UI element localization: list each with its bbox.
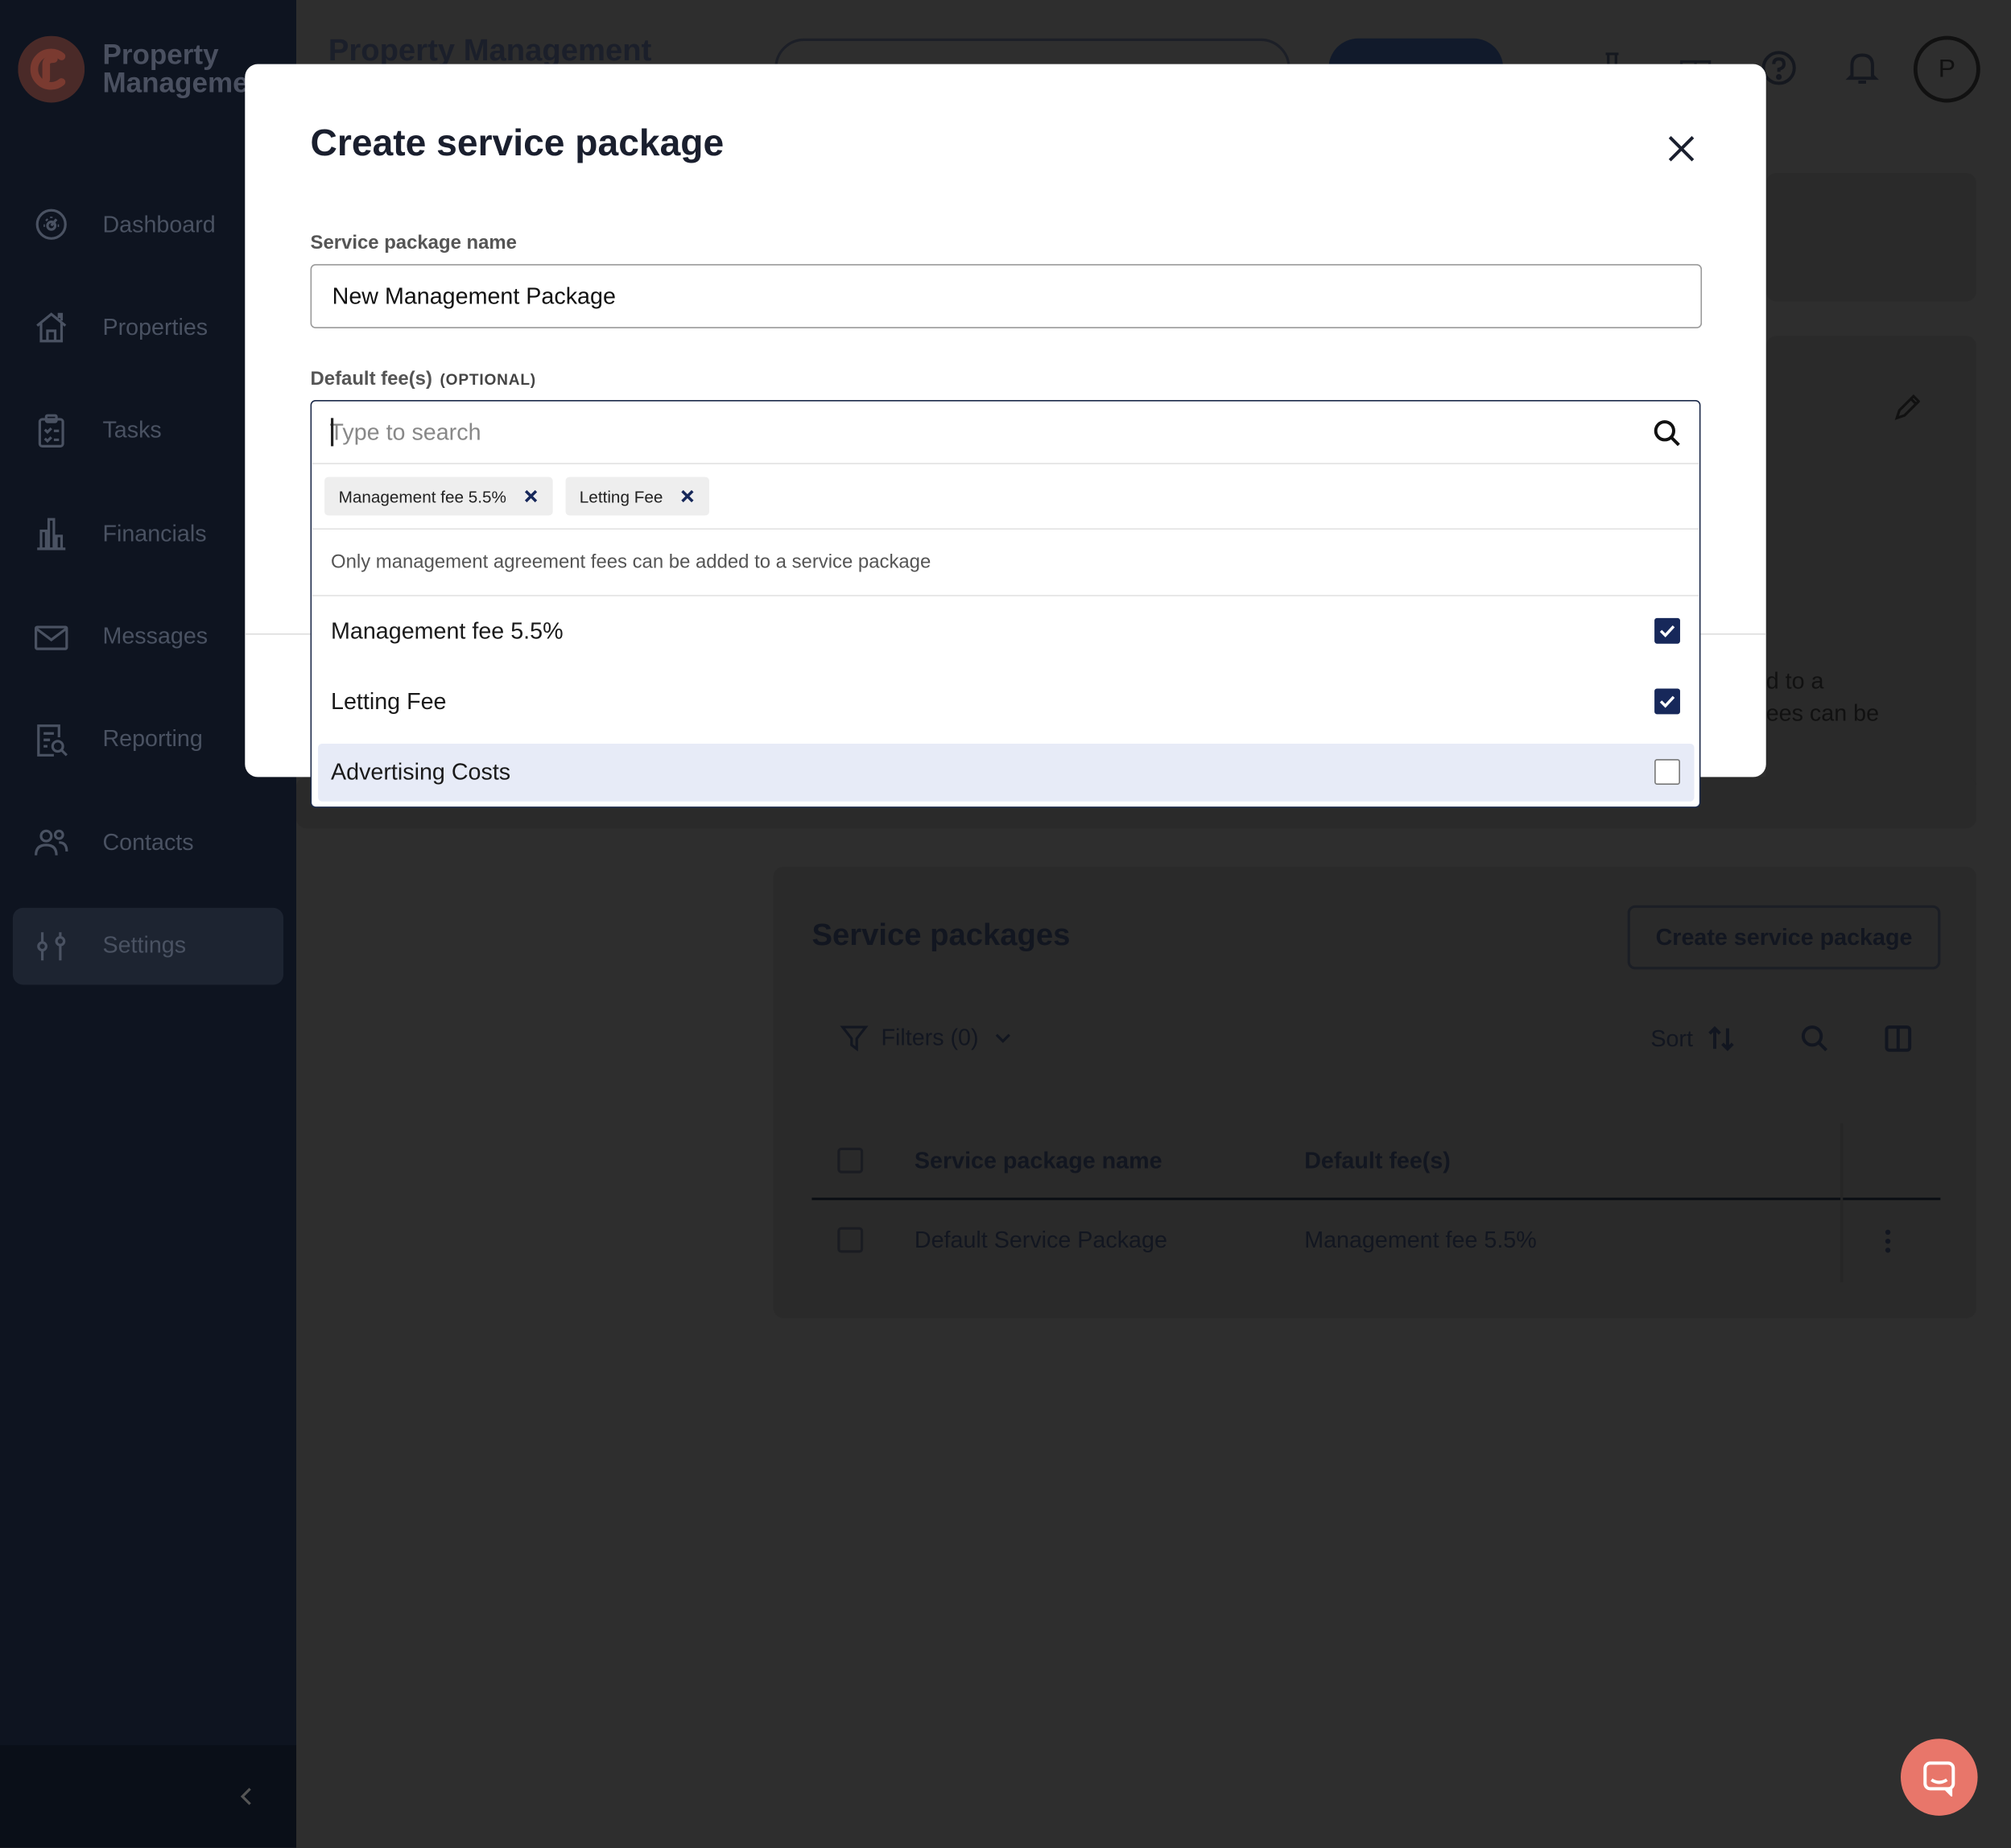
dashboard-icon xyxy=(35,208,67,240)
modal-title: Create service package xyxy=(310,122,725,164)
chip-label: Letting Fee xyxy=(579,486,663,506)
sidebar-item-label: Tasks xyxy=(102,417,162,443)
fee-option-management-fee[interactable]: Management fee 5.5% xyxy=(318,603,1694,661)
fees-multiselect-dropdown: Management fee 5.5% Letting Fee Only man… xyxy=(310,400,1701,808)
default-fees-label: Default fee(s) (OPTIONAL) xyxy=(311,368,536,390)
background-peek-text: ees can be xyxy=(1765,699,1880,726)
mail-icon xyxy=(35,625,68,650)
column-divider xyxy=(1840,1123,1844,1283)
fees-note: Only management agreement fees can be ad… xyxy=(312,530,1699,596)
sidebar-item-tasks[interactable]: Tasks xyxy=(13,392,283,469)
default-fees-label-text: Default fee(s) xyxy=(310,368,432,390)
home-icon xyxy=(36,312,67,343)
service-packages-card: Service packages Create service package … xyxy=(773,866,1976,1318)
background-peek-text: d to a xyxy=(1765,668,1824,694)
optional-tag: (OPTIONAL) xyxy=(440,370,536,389)
selected-chips: Management fee 5.5% Letting Fee xyxy=(312,464,1699,530)
sort-button[interactable]: Sort xyxy=(1650,1023,1736,1054)
sidebar-footer xyxy=(0,1745,297,1848)
sidebar-item-settings[interactable]: Settings xyxy=(12,907,284,985)
clipboard-icon xyxy=(38,414,64,448)
report-icon xyxy=(37,724,68,757)
brand-line-1: Property xyxy=(102,38,219,71)
fee-option-advertising-costs[interactable]: Advertising Costs xyxy=(318,744,1695,802)
sidebar-item-label: Messages xyxy=(102,623,209,650)
table-header: Service package name Default fee(s) xyxy=(811,1124,1941,1201)
fees-search-row xyxy=(312,402,1699,464)
sort-arrows-icon xyxy=(1708,1025,1734,1051)
table-row[interactable]: Default Service Package Management fee 5… xyxy=(811,1200,1940,1280)
background-card-peek: d to a ees can be xyxy=(1765,336,1976,826)
package-name-label: Service package name xyxy=(310,232,517,254)
filters-button[interactable]: Filters (0) xyxy=(840,1023,1014,1052)
checkbox-unchecked[interactable] xyxy=(1654,759,1680,785)
search-icon[interactable] xyxy=(1652,418,1683,448)
text-caret xyxy=(331,418,333,447)
column-header-fees[interactable]: Default fee(s) xyxy=(1304,1147,1451,1174)
chat-launcher-button[interactable] xyxy=(1900,1739,1978,1816)
close-icon[interactable] xyxy=(1663,130,1699,167)
sidebar-item-contacts[interactable]: Contacts xyxy=(13,804,283,881)
service-packages-table: Service package name Default fee(s) Defa… xyxy=(811,1123,1941,1283)
sidebar-item-label: Contacts xyxy=(102,829,194,856)
brand-line-2: Manageme xyxy=(102,66,249,99)
sidebar-item-reporting[interactable]: Reporting xyxy=(13,701,283,778)
sidebar-item-label: Reporting xyxy=(102,726,203,753)
selected-chip: Management fee 5.5% xyxy=(324,476,553,516)
brand[interactable]: Property Manageme xyxy=(18,35,249,103)
pencil-icon[interactable] xyxy=(1894,392,1920,420)
create-service-package-button[interactable]: Create service package xyxy=(1627,905,1941,970)
chat-icon xyxy=(1923,1761,1955,1796)
package-name-input[interactable] xyxy=(310,264,1703,328)
sidebar-item-label: Financials xyxy=(102,520,207,547)
service-packages-title: Service packages xyxy=(811,918,1071,953)
sidebar-nav: Dashboard Properties Tasks Financials Me… xyxy=(12,186,284,1011)
bell-icon[interactable] xyxy=(1843,49,1881,88)
people-icon xyxy=(35,830,68,856)
fee-option-letting-fee[interactable]: Letting Fee xyxy=(318,673,1694,731)
option-label: Management fee 5.5% xyxy=(331,617,564,644)
row-fees: Management fee 5.5% xyxy=(1304,1226,1537,1252)
remove-chip-icon[interactable] xyxy=(524,489,537,503)
avatar[interactable]: P xyxy=(1913,35,1980,103)
sidebar-item-financials[interactable]: Financials xyxy=(13,495,283,572)
sidebar-item-label: Dashboard xyxy=(102,211,216,237)
search-icon[interactable] xyxy=(1799,1023,1830,1054)
sidebar-item-dashboard[interactable]: Dashboard xyxy=(13,186,283,263)
option-label: Advertising Costs xyxy=(331,759,511,785)
app-root: Property Manageme Dashboard Properties T… xyxy=(0,0,2011,1848)
chip-label: Management fee 5.5% xyxy=(338,486,506,506)
filters-label: Filters (0) xyxy=(881,1024,979,1050)
remove-chip-icon[interactable] xyxy=(681,489,694,503)
chevron-left-icon[interactable] xyxy=(236,1781,256,1812)
sidebar-item-messages[interactable]: Messages xyxy=(13,598,283,675)
background-card-top xyxy=(1765,173,1976,302)
column-header-name[interactable]: Service package name xyxy=(915,1147,1304,1174)
fees-search-input[interactable] xyxy=(329,411,1613,453)
kebab-menu-icon[interactable] xyxy=(1884,1228,1892,1254)
sidebar-item-label: Properties xyxy=(102,314,209,340)
select-all-checkbox[interactable] xyxy=(837,1147,864,1174)
sliders-icon xyxy=(37,931,66,960)
bar-chart-icon xyxy=(37,518,66,551)
sidebar-item-label: Settings xyxy=(102,932,187,959)
brand-name: Property Manageme xyxy=(102,38,249,99)
brand-logo-icon xyxy=(18,35,85,103)
columns-icon[interactable] xyxy=(1883,1023,1914,1054)
chevron-down-icon xyxy=(995,1033,1010,1043)
row-checkbox[interactable] xyxy=(837,1227,864,1253)
checkbox-checked-icon[interactable] xyxy=(1654,688,1680,715)
row-name: Default Service Package xyxy=(914,1226,1167,1252)
selected-chip: Letting Fee xyxy=(565,476,709,516)
filter-icon xyxy=(840,1025,869,1052)
option-label: Letting Fee xyxy=(331,688,447,715)
checkbox-checked-icon[interactable] xyxy=(1654,617,1680,644)
sidebar-item-properties[interactable]: Properties xyxy=(13,289,283,366)
sort-label: Sort xyxy=(1650,1025,1693,1051)
